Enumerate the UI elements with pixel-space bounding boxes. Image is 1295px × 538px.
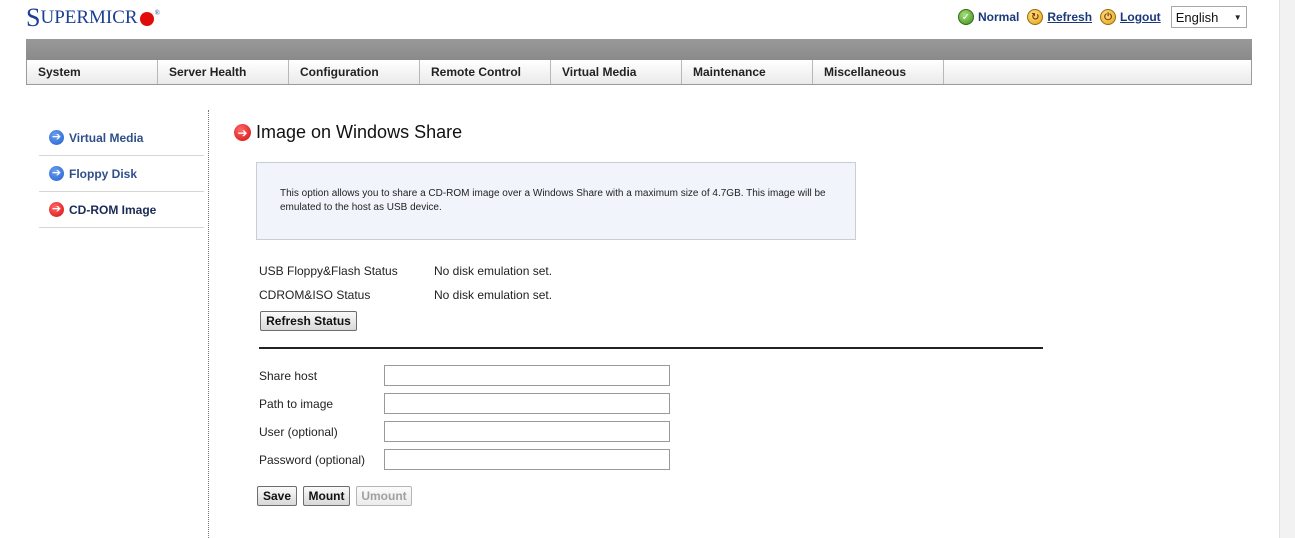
user-input[interactable] <box>384 421 670 442</box>
menu-virtual-media[interactable]: Virtual Media <box>551 60 682 84</box>
status-label: CDROM&ISO Status <box>259 288 371 302</box>
logout-label: Logout <box>1120 10 1161 24</box>
user-label: User (optional) <box>259 425 338 439</box>
menu-remote-control[interactable]: Remote Control <box>420 60 551 84</box>
refresh-label: Refresh <box>1047 10 1093 24</box>
sidebar-item-virtual-media[interactable]: ➔ Virtual Media <box>39 120 204 156</box>
sidebar-divider <box>208 110 209 538</box>
menu-server-health[interactable]: Server Health <box>158 60 289 84</box>
logout-link[interactable]: ⏻ Logout <box>1100 9 1161 25</box>
arrow-right-red-icon: ➔ <box>234 124 251 141</box>
arrow-right-red-icon: ➔ <box>49 202 64 217</box>
page-title: ➔ Image on Windows Share <box>234 122 462 143</box>
page-title-text: Image on Windows Share <box>256 122 463 142</box>
system-status: ✓ Normal <box>958 9 1019 25</box>
sidebar-item-label: Virtual Media <box>69 130 144 145</box>
language-select[interactable]: English ▼ <box>1170 6 1247 28</box>
menu-system[interactable]: System <box>27 60 158 84</box>
arrow-right-blue-icon: ➔ <box>49 166 64 181</box>
logo-dot <box>139 12 154 26</box>
refresh-status-button[interactable]: Refresh Status <box>260 311 357 331</box>
sidebar: ➔ Virtual Media ➔ Floppy Disk ➔ CD-ROM I… <box>39 120 204 228</box>
umount-button[interactable]: Umount <box>356 486 412 506</box>
check-icon: ✓ <box>958 9 974 25</box>
menu-miscellaneous[interactable]: Miscellaneous <box>813 60 944 84</box>
sidebar-item-cd-rom-image[interactable]: ➔ CD-ROM Image <box>39 192 204 228</box>
refresh-link[interactable]: ↻ Refresh <box>1027 9 1092 25</box>
info-box: This option allows you to share a CD-ROM… <box>256 162 856 240</box>
page-scroll-gutter <box>1279 0 1295 538</box>
usb-floppy-status-row: USB Floppy&Flash Status No disk emulatio… <box>259 264 552 278</box>
status-value: No disk emulation set. <box>434 264 553 278</box>
supermicro-logo: S UPERMICR ® <box>26 3 160 32</box>
header-band <box>26 39 1252 60</box>
password-label: Password (optional) <box>259 453 366 467</box>
chevron-down-icon: ▼ <box>1233 12 1242 22</box>
mount-button[interactable]: Mount <box>303 486 350 506</box>
sidebar-item-label: CD-ROM Image <box>69 202 157 217</box>
arrow-right-blue-icon: ➔ <box>49 130 64 145</box>
password-input[interactable] <box>384 449 670 470</box>
refresh-icon: ↻ <box>1027 9 1044 25</box>
menu-maintenance[interactable]: Maintenance <box>682 60 813 84</box>
status-label: USB Floppy&Flash Status <box>259 264 398 278</box>
sidebar-item-floppy-disk[interactable]: ➔ Floppy Disk <box>39 156 204 192</box>
system-status-text: Normal <box>978 10 1020 24</box>
share-host-input[interactable] <box>384 365 670 386</box>
header-actions: ✓ Normal ↻ Refresh ⏻ Logout English ▼ <box>958 6 1247 28</box>
main-menu: System Server Health Configuration Remot… <box>26 60 1252 85</box>
path-to-image-label: Path to image <box>259 397 334 411</box>
share-host-label: Share host <box>259 369 318 383</box>
info-text: This option allows you to share a CD-ROM… <box>280 188 826 213</box>
logout-icon: ⏻ <box>1100 9 1117 25</box>
menu-configuration[interactable]: Configuration <box>289 60 420 84</box>
path-to-image-input[interactable] <box>384 393 670 414</box>
language-selected: English <box>1175 9 1219 25</box>
section-divider <box>259 347 1043 349</box>
save-button[interactable]: Save <box>257 486 297 506</box>
sidebar-item-label: Floppy Disk <box>69 166 138 181</box>
cdrom-iso-status-row: CDROM&ISO Status No disk emulation set. <box>259 288 552 302</box>
status-value: No disk emulation set. <box>434 288 553 302</box>
